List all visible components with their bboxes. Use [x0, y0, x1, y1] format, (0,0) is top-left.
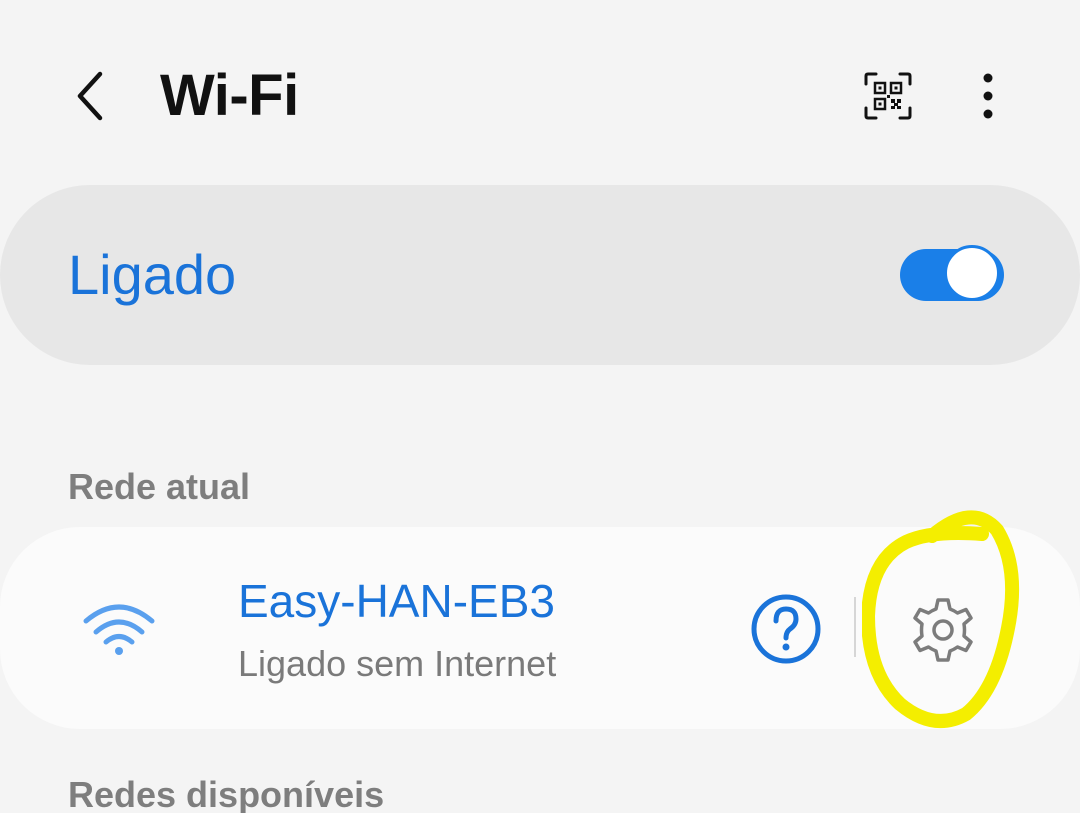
- network-name: Easy-HAN-EB3: [238, 575, 555, 627]
- divider: [854, 597, 856, 657]
- back-button[interactable]: [60, 60, 120, 132]
- page-title: Wi-Fi: [160, 63, 299, 128]
- wifi-status-label: Ligado: [68, 243, 237, 306]
- more-vertical-icon: [983, 73, 993, 119]
- wifi-toggle-switch[interactable]: [898, 245, 1006, 305]
- qr-code-scan-icon: [864, 72, 912, 120]
- current-network-card[interactable]: Easy-HAN-EB3 Ligado sem Internet: [0, 527, 1080, 729]
- wifi-settings-screen: Wi-Fi Ligado Rede atual Easy-HAN-EB3 Lig…: [0, 0, 1080, 813]
- gear-icon[interactable]: [905, 592, 981, 668]
- question-circle-icon[interactable]: [748, 591, 824, 667]
- chevron-left-icon: [77, 71, 103, 121]
- qr-code-button[interactable]: [858, 66, 918, 126]
- wifi-master-switch-card[interactable]: Ligado: [0, 185, 1080, 365]
- current-network-heading: Rede atual: [68, 466, 251, 507]
- more-options-button[interactable]: [960, 66, 1016, 126]
- wifi-signal-icon: [83, 604, 155, 655]
- network-status: Ligado sem Internet: [238, 643, 557, 684]
- available-networks-heading: Redes disponíveis: [68, 774, 385, 813]
- toggle-knob: [944, 245, 1000, 301]
